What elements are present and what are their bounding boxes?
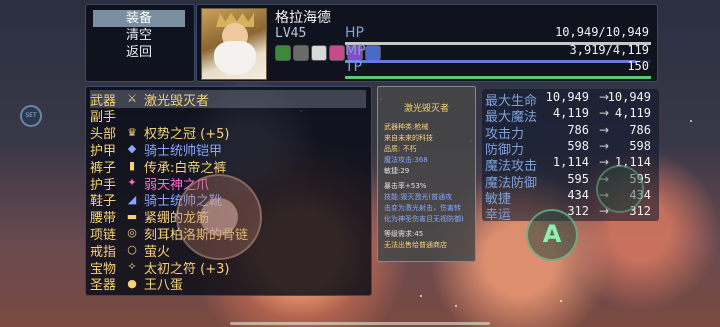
item-detail-line: 魔法攻击:368 bbox=[384, 156, 428, 164]
buff-blue-icon bbox=[365, 45, 381, 61]
item-detail-line: 无法出售给普通商店 bbox=[384, 241, 447, 249]
buff-white-icon bbox=[311, 45, 327, 61]
stat-current-value: 598 bbox=[567, 138, 589, 153]
hp-label: HP bbox=[345, 25, 364, 41]
equipment-menu: 装备 清空 返回 bbox=[85, 4, 195, 82]
belt-icon: ▬ bbox=[126, 209, 138, 223]
stat-current-value: 10,949 bbox=[545, 90, 589, 104]
a-button[interactable]: A bbox=[526, 209, 578, 261]
menu-item-clear[interactable]: 清空 bbox=[93, 27, 185, 44]
virtual-joystick[interactable] bbox=[176, 174, 262, 260]
item-detail-line: 品质: 不朽 bbox=[384, 145, 417, 153]
arrow-right-icon: → bbox=[598, 138, 609, 153]
portrait-beard bbox=[214, 41, 256, 75]
menu-item-back[interactable]: 返回 bbox=[93, 44, 185, 61]
claw-icon: ✦ bbox=[127, 176, 137, 189]
stat-label: 幸运 bbox=[485, 208, 512, 224]
stat-current-value: 595 bbox=[567, 171, 589, 186]
equip-row-3[interactable]: 护甲 ◆ 骑士统帅铠甲 bbox=[90, 140, 366, 159]
crown-icon: ♛ bbox=[127, 125, 137, 139]
buff-green-icon bbox=[275, 45, 291, 61]
stat-row: 最大魔法 4,119 → 4,119 bbox=[485, 106, 659, 125]
item-detail-line: 等级需求:45 bbox=[384, 230, 424, 238]
item-detail-lines: 武器种类:枪械 来自未来的科技 品质: 不朽魔法攻击:368 敏捷:29 暴击率+53%… bbox=[378, 122, 475, 251]
tp-fill bbox=[345, 76, 651, 79]
boots-icon: ◢ bbox=[127, 192, 137, 206]
item-detail-title: 激光毁灭者 bbox=[403, 104, 449, 114]
stat-new-value: 4,119 bbox=[614, 106, 651, 121]
tp-label: TP bbox=[345, 59, 362, 75]
mp-track bbox=[345, 60, 651, 63]
item-detail-line: 暴击率+53% bbox=[384, 182, 427, 190]
stat-new-value: 10,949 bbox=[607, 90, 651, 104]
item-detail-line: 敏捷:29 bbox=[384, 167, 410, 175]
equip-item-name: 激光毁灭者 bbox=[144, 93, 210, 109]
equip-row-0[interactable]: 武器 ⚔ 激光毁灭者 bbox=[90, 90, 366, 109]
item-detail-tooltip: 激光毁灭者 武器种类:枪械 来自未来的科技 品质: 不朽魔法攻击:368 敏捷:29 暴… bbox=[377, 86, 476, 262]
buff-mask-icon bbox=[293, 45, 309, 61]
tp-value: 150 bbox=[627, 59, 649, 73]
tp-track bbox=[345, 76, 651, 79]
equip-row-1[interactable]: 副手 bbox=[90, 107, 366, 125]
stat-current-value: 4,119 bbox=[552, 106, 589, 121]
arrow-right-icon: → bbox=[598, 106, 609, 121]
sword-icon: ⚔ bbox=[127, 92, 137, 105]
pants-icon: ▮ bbox=[128, 159, 136, 173]
mp-value: 3,919/4,119 bbox=[569, 43, 649, 57]
star bbox=[690, 120, 692, 122]
armor-icon: ◆ bbox=[127, 142, 137, 156]
item-detail-line: 来自未来的科技 bbox=[384, 134, 433, 142]
equip-row-10[interactable]: 宝物 ✧ 太初之符 (+3) bbox=[90, 258, 366, 277]
equip-item-name: 王八蛋 bbox=[144, 278, 184, 294]
menu-item-equip[interactable]: 装备 bbox=[93, 10, 185, 27]
mp-label: MP bbox=[345, 43, 366, 59]
item-detail-line: 技能:毁灭激光(普通攻 bbox=[384, 193, 453, 201]
arrow-right-icon: → bbox=[598, 122, 609, 137]
stat-current-value: 434 bbox=[567, 187, 589, 202]
equip-row-4[interactable]: 裤子 ▮ 传承:白帝之裤 bbox=[90, 157, 366, 176]
secondary-action-button[interactable] bbox=[596, 165, 644, 213]
character-level: LV45 bbox=[275, 26, 307, 41]
ring-icon: ○ bbox=[127, 243, 137, 257]
stat-row: 最大生命 10,949 → 10,949 bbox=[485, 90, 659, 109]
star bbox=[560, 300, 562, 302]
stat-row: 攻击力 786 → 786 bbox=[485, 122, 659, 142]
equip-row-2[interactable]: 头部 ♛ 权势之冠 (+5) bbox=[90, 124, 366, 143]
side-menu-button[interactable]: SET bbox=[20, 105, 42, 127]
character-panel: 格拉海德 LV45 HP 10,949/10,949 MP 3,919/4,11… bbox=[196, 4, 658, 82]
star bbox=[455, 305, 457, 307]
stat-current-value: 786 bbox=[567, 122, 589, 137]
stat-new-value: 598 bbox=[629, 138, 651, 153]
hp-value: 10,949/10,949 bbox=[555, 25, 649, 39]
star bbox=[420, 295, 422, 297]
home-indicator[interactable] bbox=[230, 322, 490, 325]
stat-new-value: 786 bbox=[629, 122, 651, 137]
character-portrait bbox=[201, 8, 267, 80]
necklace-icon: ◎ bbox=[127, 226, 137, 240]
equip-slot-label: 圣器 bbox=[90, 278, 117, 294]
mp-fill bbox=[345, 60, 636, 63]
stat-row: 防御力 598 → 598 bbox=[485, 138, 659, 158]
egg-icon: ● bbox=[127, 276, 137, 290]
joystick-knob[interactable] bbox=[200, 198, 238, 236]
buff-pink-icon bbox=[329, 45, 345, 61]
character-name: 格拉海德 bbox=[275, 10, 331, 26]
charm-icon: ✧ bbox=[127, 260, 137, 273]
item-detail-line: 击变为激光射击，伤害转 bbox=[384, 204, 461, 212]
item-detail-line: 武器种类:枪械 bbox=[384, 123, 429, 131]
item-detail-line: 化为神圣伤害且无视防御) bbox=[384, 215, 464, 223]
equip-row-11[interactable]: 圣器 ● 王八蛋 bbox=[90, 275, 366, 294]
stat-current-value: 1,114 bbox=[552, 155, 589, 170]
